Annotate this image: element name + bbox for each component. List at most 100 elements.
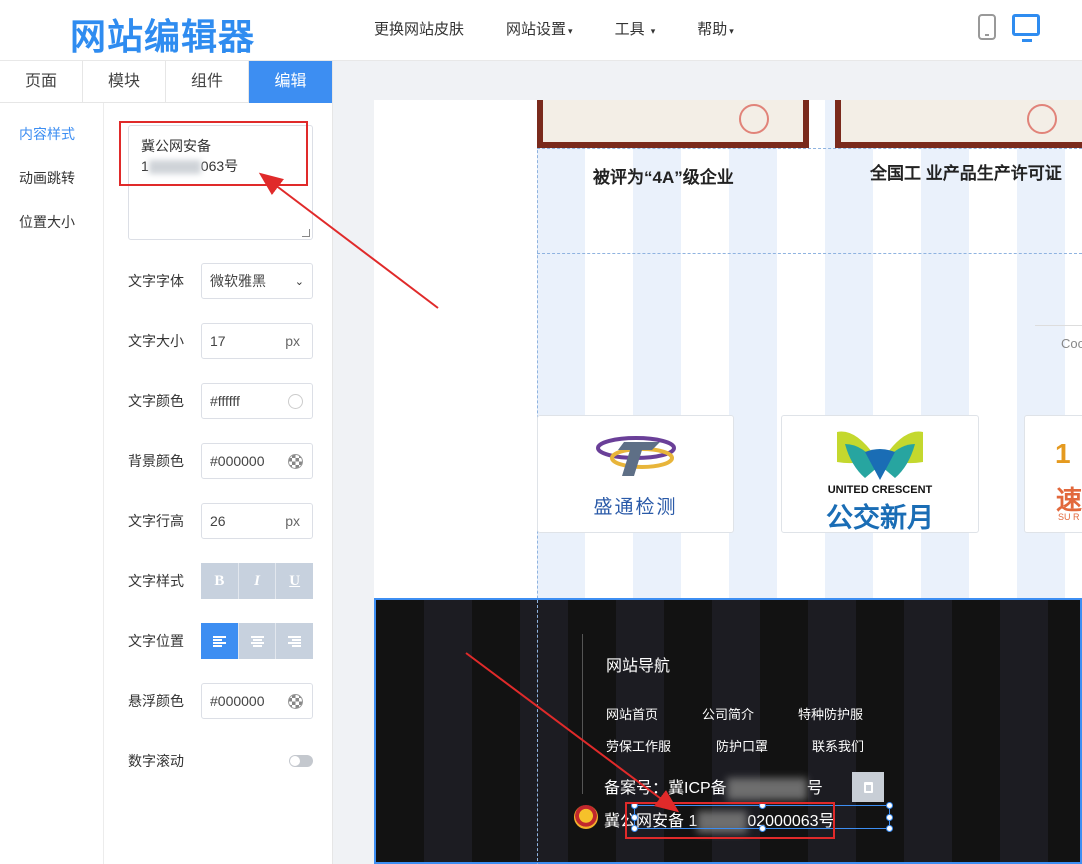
- certificate-caption-1: 被评为“4A”级企业: [593, 168, 734, 187]
- guide-line: [537, 253, 1082, 254]
- color-label: 文字颜色: [128, 393, 184, 409]
- tab-page[interactable]: 页面: [0, 61, 83, 103]
- icp-record[interactable]: 备案号：冀ICP备号: [604, 774, 823, 800]
- stamp-mark: [1027, 104, 1057, 134]
- page-canvas: 被评为“4A”级企业 全国工 业产品生产许可证 Coo 盛通检测 UNITED …: [374, 100, 1082, 864]
- text-color-input[interactable]: #ffffff: [201, 383, 313, 419]
- guide-line: [537, 148, 1082, 149]
- partner-logo-mark: 1: [1055, 438, 1071, 469]
- redacted-text: [726, 777, 807, 800]
- bg-row: 背景颜色 #000000: [128, 443, 313, 479]
- italic-button[interactable]: I: [238, 563, 277, 599]
- police-badge-icon: [574, 805, 598, 829]
- subnav-position-size[interactable]: 位置大小: [0, 191, 103, 235]
- chevron-down-icon: ▾: [729, 26, 734, 36]
- annotation-box-panel: [119, 121, 308, 186]
- text-style-buttons: B I U: [201, 563, 314, 599]
- stamp-mark: [739, 104, 769, 134]
- top-header: 网站编辑器 更换网站皮肤 网站设置 ▾ 工具 ▾ 帮助 ▾: [0, 0, 1082, 61]
- footer-link-workwear[interactable]: 劳保工作服: [606, 736, 671, 755]
- resize-handle[interactable]: [886, 814, 893, 821]
- partner-name: 公交新月: [826, 503, 934, 533]
- nav-help[interactable]: 帮助 ▾: [697, 18, 734, 39]
- align-buttons: [201, 623, 314, 659]
- color-row: 文字颜色 #ffffff: [128, 383, 313, 419]
- partner-logo-partial[interactable]: 1 速 SU R: [1024, 415, 1082, 533]
- subnav-animation-link[interactable]: 动画跳转: [0, 147, 103, 191]
- hover-color-input[interactable]: #000000: [201, 683, 313, 719]
- bold-button[interactable]: B: [201, 563, 239, 599]
- united-crescent-logo-icon: [837, 431, 923, 480]
- bg-color-input[interactable]: #000000: [201, 443, 313, 479]
- divider: [1035, 325, 1082, 326]
- mobile-view-icon[interactable]: [978, 14, 996, 40]
- panel-tabs: 页面 模块 组件 编辑: [0, 61, 332, 103]
- scroll-label: 数字滚动: [128, 753, 184, 769]
- desktop-view-icon[interactable]: [1012, 14, 1040, 42]
- certificate-caption-2: 全国工 业产品生产许可证: [870, 164, 1062, 183]
- partner-logo-united-crescent[interactable]: UNITED CRESCENT 公交新月: [781, 415, 979, 533]
- divider: [582, 634, 583, 794]
- resize-handle[interactable]: [886, 802, 893, 809]
- scroll-row: 数字滚动: [128, 743, 313, 779]
- footer-link-masks[interactable]: 防护口罩: [716, 736, 768, 755]
- partner-logo-shengtong[interactable]: 盛通检测: [537, 415, 734, 533]
- align-row: 文字位置: [128, 623, 314, 659]
- nav-site-settings[interactable]: 网站设置 ▾: [506, 18, 573, 39]
- hover-label: 悬浮颜色: [128, 693, 184, 709]
- px-unit: px: [285, 333, 300, 349]
- nav-change-skin[interactable]: 更换网站皮肤: [374, 18, 464, 39]
- line-height-label: 文字行高: [128, 513, 184, 529]
- chevron-down-icon: ⌄: [294, 275, 304, 288]
- subnav-content-style[interactable]: 内容样式: [0, 103, 103, 147]
- tab-component[interactable]: 组件: [166, 61, 249, 103]
- certificate-image-1[interactable]: [537, 100, 809, 148]
- number-scroll-toggle[interactable]: [289, 755, 313, 767]
- px-unit: px: [285, 513, 300, 529]
- size-label: 文字大小: [128, 333, 184, 349]
- align-label: 文字位置: [128, 633, 184, 649]
- tab-module[interactable]: 模块: [83, 61, 166, 103]
- color-picker-icon[interactable]: [288, 453, 303, 469]
- trash-icon: [863, 781, 873, 793]
- font-row: 文字字体 微软雅黑 ⌄: [128, 263, 313, 299]
- delete-button[interactable]: [852, 772, 884, 802]
- align-right-button[interactable]: [276, 623, 314, 659]
- color-picker-icon[interactable]: [288, 693, 303, 709]
- cooperation-heading: Coo: [1061, 336, 1082, 351]
- partner-subname: SU R: [1058, 512, 1080, 522]
- app-logo: 网站编辑器: [70, 16, 256, 57]
- chevron-down-icon: ▾: [650, 26, 656, 36]
- tab-edit[interactable]: 编辑: [249, 61, 332, 103]
- align-right-icon: [288, 635, 302, 647]
- resize-handle[interactable]: [886, 825, 893, 832]
- partner-name-en: UNITED CRESCENT: [827, 484, 933, 496]
- font-size-input[interactable]: 17 px: [201, 323, 313, 359]
- align-center-button[interactable]: [238, 623, 277, 659]
- color-swatch-icon[interactable]: [288, 393, 303, 409]
- line-height-row: 文字行高 26 px: [128, 503, 313, 539]
- guide-line: [537, 600, 538, 864]
- footer-link-contact[interactable]: 联系我们: [812, 736, 864, 755]
- text-style-label: 文字样式: [128, 573, 184, 589]
- footer-link-home[interactable]: 网站首页: [606, 704, 658, 723]
- text-style-row: 文字样式 B I U: [128, 563, 314, 599]
- top-nav: 更换网站皮肤 网站设置 ▾ 工具 ▾ 帮助 ▾: [374, 18, 776, 39]
- align-left-button[interactable]: [201, 623, 239, 659]
- font-label: 文字字体: [128, 273, 184, 289]
- hover-row: 悬浮颜色 #000000: [128, 683, 313, 719]
- font-select[interactable]: 微软雅黑 ⌄: [201, 263, 313, 299]
- resize-grip-icon[interactable]: [302, 229, 310, 237]
- shengtong-logo-icon: [596, 436, 676, 476]
- footer-link-about[interactable]: 公司简介: [702, 704, 754, 723]
- chevron-down-icon: ▾: [568, 26, 573, 36]
- footer-link-special-suit[interactable]: 特种防护服: [798, 704, 863, 723]
- underline-button[interactable]: U: [276, 563, 314, 599]
- annotation-box-footer: [625, 802, 835, 839]
- nav-tools[interactable]: 工具 ▾: [615, 18, 656, 39]
- partner-name: 盛通检测: [593, 496, 678, 518]
- size-row: 文字大小 17 px: [128, 323, 313, 359]
- line-height-input[interactable]: 26 px: [201, 503, 313, 539]
- footer-nav-title: 网站导航: [606, 658, 671, 675]
- certificate-image-2[interactable]: [835, 100, 1082, 148]
